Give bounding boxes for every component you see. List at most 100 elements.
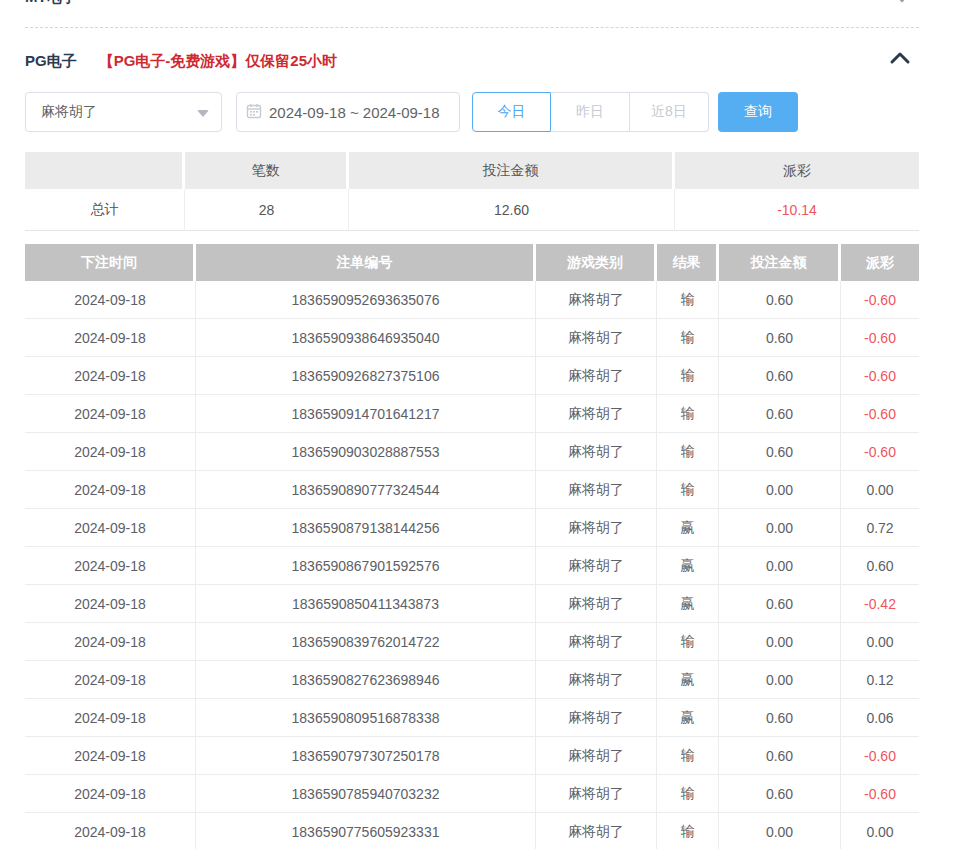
bet-amount: 0.60 [719, 433, 841, 471]
order-id: 1836590952693635076 [196, 281, 536, 319]
game-type: 麻将胡了 [536, 433, 657, 471]
quick-date-button[interactable]: 昨日 [551, 92, 630, 132]
calendar-icon [246, 103, 262, 122]
order-id: 1836590797307250178 [196, 737, 536, 775]
game-select-value: 麻将胡了 [41, 103, 97, 121]
payout: -0.60 [841, 319, 919, 357]
table-row: 2024-09-181836590879138144256麻将胡了赢0.000.… [25, 509, 919, 547]
game-type: 麻将胡了 [536, 661, 657, 699]
table-row: 2024-09-181836590827623698946麻将胡了赢0.000.… [25, 661, 919, 699]
table-column-header: 下注时间 [25, 244, 196, 281]
bet-date: 2024-09-18 [25, 737, 196, 775]
table-row: 2024-09-181836590867901592576麻将胡了赢0.000.… [25, 547, 919, 585]
query-button[interactable]: 查询 [718, 92, 798, 132]
payout: -0.60 [841, 775, 919, 813]
order-id: 1836590839762014722 [196, 623, 536, 661]
result: 输 [657, 737, 719, 775]
order-id: 1836590926827375106 [196, 357, 536, 395]
payout: 0.00 [841, 471, 919, 509]
bet-amount: 0.00 [719, 661, 841, 699]
table-row: 2024-09-181836590850411343873麻将胡了赢0.60-0… [25, 585, 919, 623]
bet-date: 2024-09-18 [25, 775, 196, 813]
result: 输 [657, 433, 719, 471]
bet-amount: 0.60 [719, 699, 841, 737]
order-id: 1836590914701641217 [196, 395, 536, 433]
order-id: 1836590775605923331 [196, 813, 536, 849]
result: 输 [657, 623, 719, 661]
bet-date: 2024-09-18 [25, 281, 196, 319]
bet-amount: 0.60 [719, 319, 841, 357]
summary-column-header: 笔数 [185, 152, 349, 189]
result: 输 [657, 813, 719, 849]
game-type: 麻将胡了 [536, 623, 657, 661]
table-row: 2024-09-181836590890777324544麻将胡了输0.000.… [25, 471, 919, 509]
table-row: 2024-09-181836590775605923331麻将胡了输0.000.… [25, 813, 919, 849]
order-id: 1836590850411343873 [196, 585, 536, 623]
bet-amount: 0.60 [719, 357, 841, 395]
summary-payout: -10.14 [675, 189, 919, 231]
summary-column-header: 派彩 [675, 152, 919, 189]
bet-date: 2024-09-18 [25, 585, 196, 623]
payout: 0.60 [841, 547, 919, 585]
previous-section-row: MT电子 [25, 0, 919, 28]
bet-amount: 0.00 [719, 471, 841, 509]
game-select[interactable]: 麻将胡了 [25, 92, 222, 132]
section-notice: 【PG电子-免费游戏】仅保留25小时 [99, 52, 337, 71]
section-title: PG电子 [25, 52, 77, 71]
table-row: 2024-09-181836590797307250178麻将胡了输0.60-0… [25, 737, 919, 775]
order-id: 1836590785940703232 [196, 775, 536, 813]
order-id: 1836590890777324544 [196, 471, 536, 509]
quick-date-button[interactable]: 今日 [472, 92, 551, 132]
payout: -0.60 [841, 737, 919, 775]
order-id: 1836590827623698946 [196, 661, 536, 699]
game-type: 麻将胡了 [536, 319, 657, 357]
bet-amount: 0.60 [719, 585, 841, 623]
result: 输 [657, 775, 719, 813]
bet-date: 2024-09-18 [25, 699, 196, 737]
bet-date: 2024-09-18 [25, 357, 196, 395]
bet-amount: 0.00 [719, 547, 841, 585]
summary-bet-amount: 12.60 [349, 189, 675, 231]
section-divider [25, 27, 919, 28]
payout: -0.42 [841, 585, 919, 623]
table-column-header: 游戏类别 [536, 244, 657, 281]
result: 输 [657, 471, 719, 509]
game-type: 麻将胡了 [536, 813, 657, 849]
result: 赢 [657, 547, 719, 585]
order-id: 1836590867901592576 [196, 547, 536, 585]
summary-count: 28 [185, 189, 349, 231]
summary-table: 笔数投注金额派彩 总计 28 12.60 -10.14 [25, 152, 919, 231]
bet-date: 2024-09-18 [25, 471, 196, 509]
table-row: 2024-09-181836590839762014722麻将胡了输0.000.… [25, 623, 919, 661]
bet-amount: 0.00 [719, 509, 841, 547]
table-column-header: 派彩 [841, 244, 919, 281]
summary-column-header: 投注金额 [349, 152, 675, 189]
payout: -0.60 [841, 281, 919, 319]
payout: -0.60 [841, 395, 919, 433]
previous-section-title: MT电子 [25, 0, 77, 7]
bet-date: 2024-09-18 [25, 547, 196, 585]
chevron-up-icon[interactable] [889, 50, 911, 70]
table-row: 2024-09-181836590785940703232麻将胡了输0.60-0… [25, 775, 919, 813]
payout: -0.60 [841, 433, 919, 471]
result: 输 [657, 319, 719, 357]
game-type: 麻将胡了 [536, 699, 657, 737]
game-type: 麻将胡了 [536, 395, 657, 433]
summary-column-header [25, 152, 185, 189]
bet-amount: 0.60 [719, 737, 841, 775]
bet-date: 2024-09-18 [25, 319, 196, 357]
bet-date: 2024-09-18 [25, 433, 196, 471]
date-range-input[interactable]: 2024-09-18 ~ 2024-09-18 [236, 92, 460, 132]
result: 赢 [657, 585, 719, 623]
bet-date: 2024-09-18 [25, 623, 196, 661]
order-id: 1836590903028887553 [196, 433, 536, 471]
summary-total-row: 总计 28 12.60 -10.14 [25, 189, 919, 231]
chevron-down-icon[interactable] [893, 0, 911, 10]
summary-total-label: 总计 [25, 189, 185, 231]
payout: 0.00 [841, 813, 919, 849]
result: 赢 [657, 661, 719, 699]
result: 赢 [657, 699, 719, 737]
bet-amount: 0.00 [719, 813, 841, 849]
quick-date-button[interactable]: 近8日 [630, 92, 709, 132]
order-id: 1836590879138144256 [196, 509, 536, 547]
